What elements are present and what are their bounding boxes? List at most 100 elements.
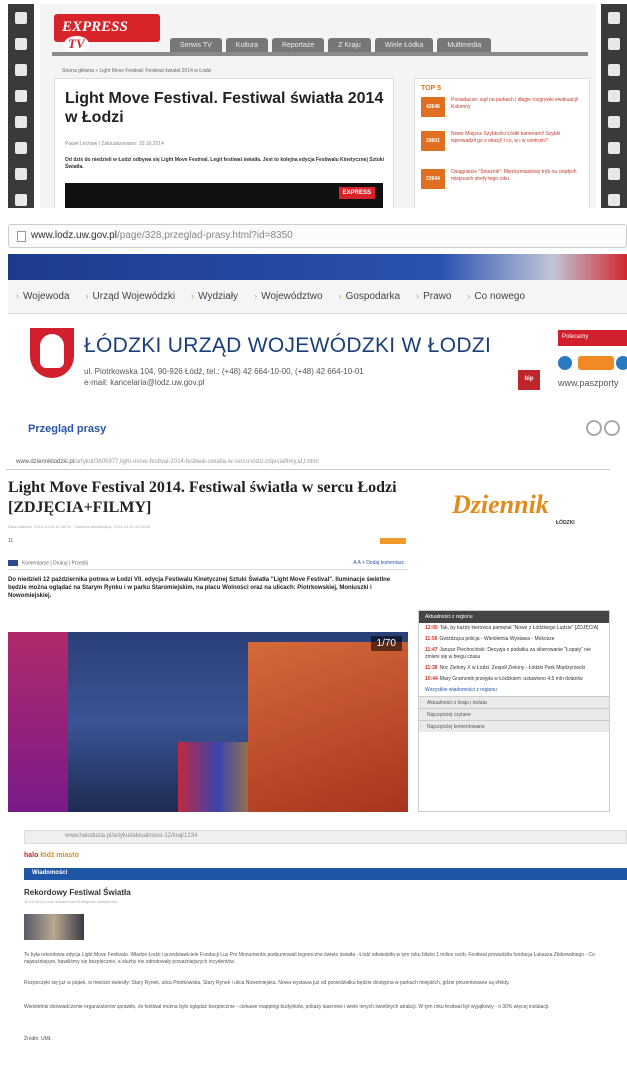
dziennik-logo[interactable]: Dziennik [452, 490, 549, 520]
article-thumbnail[interactable] [24, 914, 84, 940]
news-time: 11:38 [425, 665, 438, 671]
nav-item-wojewodztwo[interactable]: › Województwo [246, 291, 331, 302]
comments-icon [8, 560, 18, 566]
top5-box: TOP 5 42646 Posiadacze: sąd na parkach i… [414, 78, 590, 208]
sidebar-tab[interactable]: Najczęściej czytane [419, 708, 609, 720]
regional-news-sidebar: Aktualności z regionu 12:05 Tak, by każdy… [418, 610, 610, 812]
article-paragraph: Wieloletnie doświadczenie organizatorów … [24, 1004, 550, 1010]
nav-tab[interactable]: Multimedia [437, 38, 492, 53]
nav-tab[interactable]: Wiele Łódka [374, 38, 434, 53]
top5-thumb: 28601 [421, 131, 445, 151]
nav-item-urzad[interactable]: › Urząd Wojewódzki [78, 291, 184, 302]
nav-item-gospodarka[interactable]: › Gospodarka [331, 291, 408, 302]
more-link[interactable]: Wszystkie wiadomości z regionu [419, 685, 609, 696]
site-logo[interactable]: halo łódź miasto [24, 852, 79, 859]
sidebar-tab[interactable]: Aktualności z kraju i świata [419, 696, 609, 708]
top5-item[interactable]: 28601 Nowe Miejsce Szybkości Łódki kamer… [421, 131, 587, 159]
arrow-icon: › [338, 291, 342, 301]
article-title: Light Move Festival 2014. Festiwal świat… [8, 479, 397, 516]
main-nav: › Wojewoda › Urząd Wojewódzki › Wydziały › W… [8, 280, 627, 314]
news-item[interactable]: 11:38 Noc Zielony X w Łodzi. Zespół Zielo… [419, 663, 609, 674]
news-item[interactable]: 11:47 Janusz Piechociński: Decyzja o poda… [419, 645, 609, 663]
print-icon[interactable] [586, 420, 602, 436]
rss-icon[interactable] [578, 356, 614, 370]
dziennik-logo-sub: ŁÓDZKI [556, 520, 575, 526]
arrow-icon: › [85, 291, 89, 301]
nav-label: Wojewoda [23, 291, 70, 302]
paszporty-link[interactable]: www.paszporty [558, 378, 619, 388]
globe-icon[interactable] [558, 356, 572, 370]
nav-label: Województwo [261, 291, 323, 302]
gallery-counter: 1/70 [370, 636, 402, 651]
breadcrumb[interactable]: Strona główna » Light Move Festival: Fes… [62, 68, 211, 74]
share-icon[interactable] [616, 356, 627, 370]
orange-badge [380, 538, 406, 544]
address-bar[interactable]: www.dzienniklodzki.pl/artykul/3605977,li… [6, 456, 610, 470]
page-icon [17, 231, 26, 242]
nav-label: Prawo [423, 291, 452, 302]
arrow-icon: › [16, 291, 19, 301]
article-title: Rekordowy Festiwal Światła [24, 888, 131, 897]
news-text: Tak, by każdy kierowca pamiętał "Nowe z … [439, 625, 599, 631]
tools-left[interactable]: Komentarze | Drukuj | Prześlij [22, 560, 88, 566]
article-meta: Data dodania: 2014-10-10 11:45:00 · Osta… [8, 524, 151, 529]
nav-tab[interactable]: Z Kraju [328, 38, 371, 53]
section-bar[interactable]: Wiadomości [24, 868, 627, 880]
express-tv-logo[interactable]: EXPRESSTV [54, 14, 160, 52]
lit-building-left [8, 632, 68, 812]
comment-count: 11 [8, 538, 14, 544]
organization-address: ul. Piotrkowska 104, 90-926 Łódź, tel.: … [84, 366, 364, 388]
news-item[interactable]: 12:05 Tak, by każdy kierowca pamiętał "No… [419, 623, 609, 634]
news-item[interactable]: 11:56 Gwiżdżąca policja - Wieloletnia Wys… [419, 634, 609, 645]
top5-thumb: 42646 [421, 97, 445, 117]
flag-banner [8, 254, 627, 280]
news-item[interactable]: 10:44 Mary Gramonik przejęła w Łódzkiem: … [419, 674, 609, 685]
news-text: Mary Gramonik przejęła w Łódzkiem: ustaw… [439, 676, 583, 682]
nav-label: Urząd Wojewódzki [92, 291, 176, 302]
sidebar-tab[interactable]: Najczęściej komentowane [419, 720, 609, 732]
top5-text: Posiadacze: sąd na parkach i długie rozg… [451, 97, 579, 110]
gallery-photo[interactable]: 1/70 [8, 632, 408, 812]
lit-building-center [178, 742, 258, 812]
bip-logo[interactable]: bip [518, 370, 540, 390]
news-text: Noc Zielony X w Łodzi. Zespół Zielony - … [439, 665, 586, 671]
top5-item[interactable]: 22644 Osiągnięcie "Śnieżnik": Międzymias… [421, 169, 587, 197]
article-meta: 10.10.2014 Łódź Wiadomości Kategorie: Ak… [24, 899, 118, 904]
top5-item[interactable]: 42646 Posiadacze: sąd na parkach i długi… [421, 97, 587, 125]
recommended-box: Polecamy www.paszporty [558, 330, 627, 400]
address-bar[interactable]: www.lodz.uw.gov.pl/page/328,przeglad-pra… [8, 224, 627, 248]
video-player[interactable]: EXPRESS [65, 183, 383, 208]
haloduzia-screenshot: www.haloduzia.pl/artykul/aktualnosci-12/… [0, 822, 627, 1076]
page-tools [586, 420, 622, 441]
news-time: 10:44 [425, 676, 438, 682]
nav-item-wydzialy[interactable]: › Wydziały [183, 291, 246, 302]
nav-tab[interactable]: Reportaże [271, 38, 325, 53]
url-path: /page/328,przeglad-prasy.html?id=8350 [116, 230, 293, 241]
nav-item-wojewoda[interactable]: › Wojewoda [8, 291, 78, 302]
top5-thumb: 22644 [421, 169, 445, 189]
address-url: www.lodz.uw.gov.pl/page/328,przeglad-pra… [31, 230, 293, 241]
address-bar[interactable]: www.haloduzia.pl/artykul/aktualnosci-12/… [24, 830, 627, 844]
nav-item-prawo[interactable]: › Prawo [408, 291, 459, 302]
email-icon[interactable] [604, 420, 620, 436]
express-tv-screenshot: EXPRESSTV Serwis TV Kultura Reportaże Z … [8, 4, 627, 208]
tools-right[interactable]: A A + Dodaj komentarz [353, 560, 404, 566]
film-strip-right [601, 4, 627, 208]
top5-title: TOP 5 [421, 85, 441, 92]
logo-tv-badge: TV [64, 36, 89, 52]
recommended-label: Polecamy [558, 330, 627, 346]
top5-text: Osiągnięcie "Śnieżnik": Międzymiastowy t… [451, 169, 577, 182]
press-review-collage: EXPRESSTV Serwis TV Kultura Reportaże Z … [0, 0, 627, 1076]
news-time: 11:56 [425, 636, 438, 642]
organization-name: ŁÓDZKI URZĄD WOJEWÓDZKI W ŁODZI [84, 334, 492, 357]
url-host: www.lodz.uw.gov.pl [31, 230, 117, 241]
nav-item-co-nowego[interactable]: › Co nowego [459, 291, 533, 302]
nav-tab[interactable]: Kultura [225, 38, 268, 53]
article-lead: Od dziś do niedzieli w Łodzi odbywa się … [65, 157, 384, 170]
email-line[interactable]: e-mail: kancelaria@lodz.uw.gov.pl [84, 377, 364, 388]
arrow-icon: › [416, 291, 420, 301]
express-tv-page: EXPRESSTV Serwis TV Kultura Reportaże Z … [40, 4, 596, 208]
nav-tab[interactable]: Serwis TV [170, 38, 222, 53]
nav-label: Co nowego [474, 291, 526, 302]
polish-eagle-emblem-icon [30, 328, 74, 378]
